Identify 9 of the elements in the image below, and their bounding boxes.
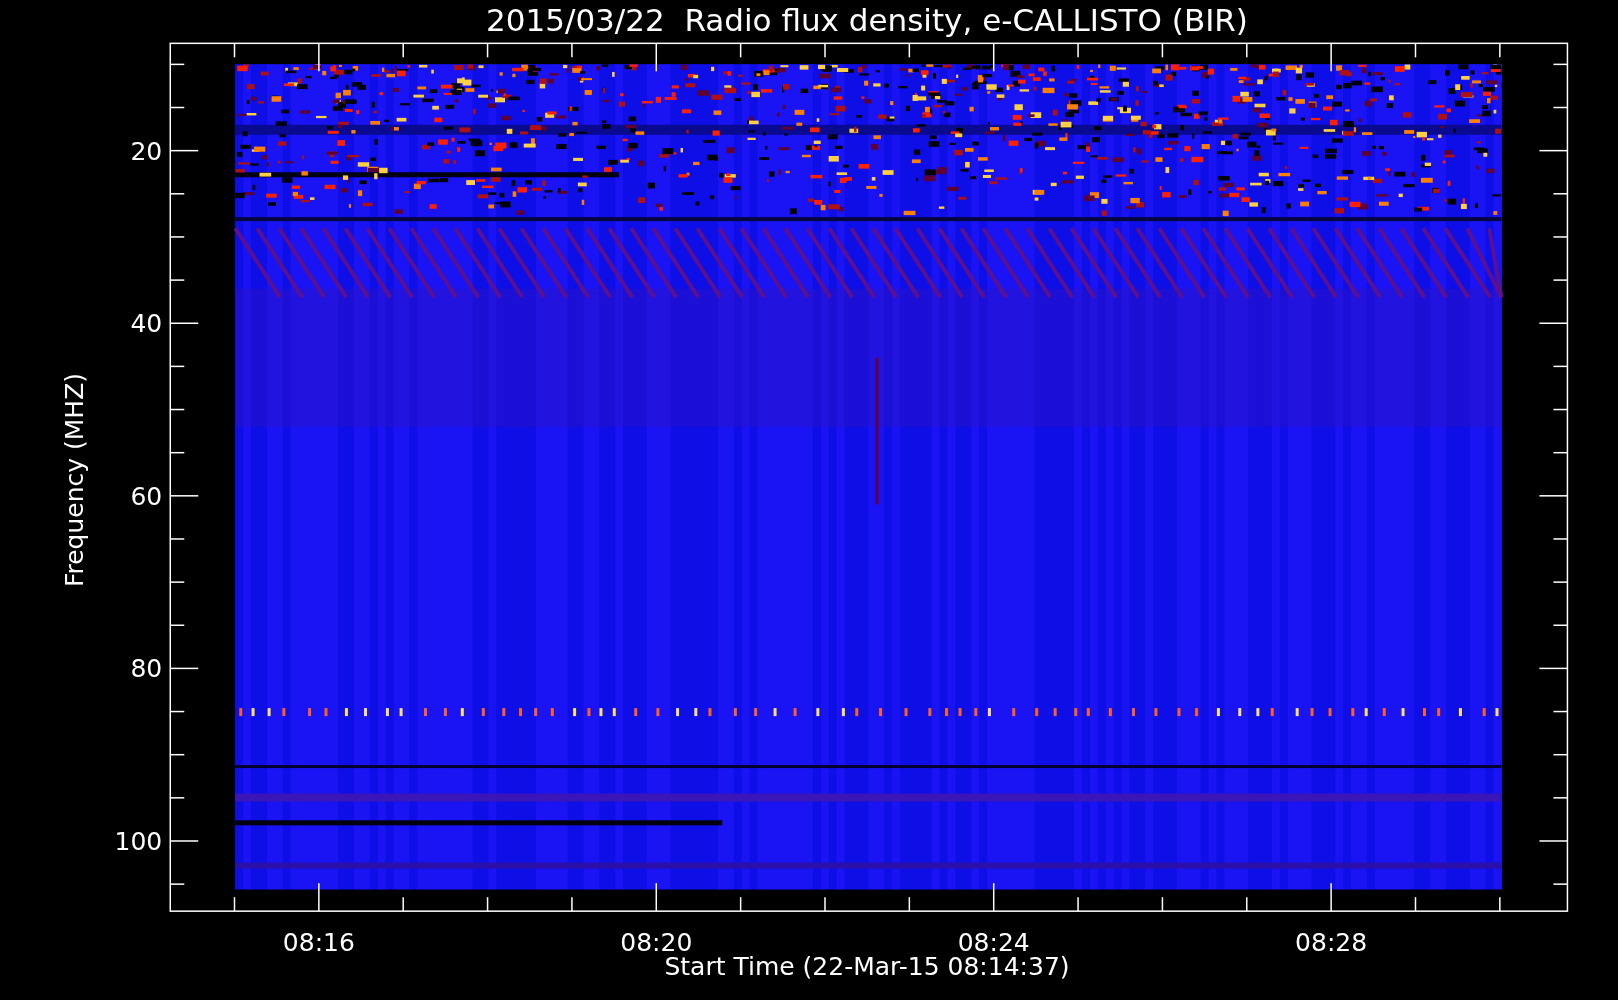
y-tick-label: 40 [130,309,163,339]
x-tick-label: 08:28 [1295,928,1368,957]
y-tick-label: 80 [130,654,163,684]
y-tick-label: 20 [130,136,163,166]
x-tick-label: 08:16 [282,928,355,957]
y-tick-label: 60 [130,481,163,511]
y-tick-label: 100 [114,827,163,856]
y-axis-label: Frequency (MHZ) [60,372,89,588]
chart-title: 2015/03/22 Radio flux density, e-CALLISTO (BIR) [486,2,1248,38]
